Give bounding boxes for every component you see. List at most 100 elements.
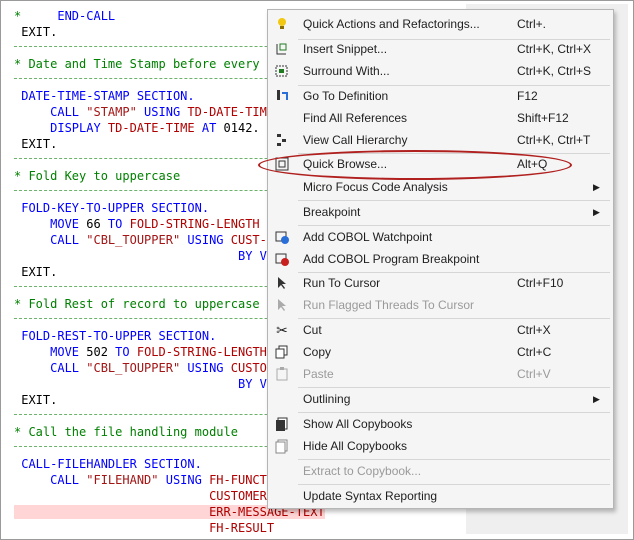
menu-item-label: Outlining bbox=[303, 392, 351, 406]
code-line: * END-CALL bbox=[14, 8, 115, 24]
menu-item-label: Quick Browse... bbox=[303, 157, 388, 171]
menu-item-shortcut: Ctrl+V bbox=[517, 367, 551, 381]
code-keyword: USING bbox=[180, 361, 231, 375]
menu-item-view-call-hierarchy[interactable]: View Call Hierarchy Ctrl+K, Ctrl+T bbox=[268, 129, 613, 151]
code-keyword: TO bbox=[100, 217, 130, 231]
menu-item-add-cobol-program-breakpoint[interactable]: Add COBOL Program Breakpoint bbox=[268, 248, 613, 270]
code-line: BY VALU bbox=[14, 248, 289, 264]
menu-item-hide-all-copybooks[interactable]: Hide All Copybooks bbox=[268, 435, 613, 457]
menu-item-shortcut: Ctrl+X bbox=[517, 323, 551, 337]
code-keyword: END-CALL bbox=[57, 9, 116, 23]
menu-item-cut[interactable]: ✂ Cut Ctrl+X bbox=[268, 319, 613, 341]
submenu-arrow-icon: ▶ bbox=[593, 207, 600, 217]
menu-item-shortcut: Ctrl+K, Ctrl+S bbox=[517, 64, 592, 78]
code-variable: CUSTOMER-R bbox=[14, 489, 282, 503]
menu-item-label: Micro Focus Code Analysis bbox=[303, 180, 448, 194]
code-keyword: USING bbox=[158, 473, 210, 487]
code-text: EXIT. bbox=[14, 25, 58, 39]
menu-item-go-to-definition[interactable]: Go To Definition F12 bbox=[268, 85, 613, 107]
code-text: 502 bbox=[86, 345, 108, 359]
code-keyword: BY VALU bbox=[14, 377, 289, 391]
menu-item-shortcut: Ctrl+K, Ctrl+X bbox=[517, 42, 592, 56]
context-menu: Quick Actions and Refactorings... Ctrl+.… bbox=[267, 9, 614, 509]
menu-item-label: Cut bbox=[303, 323, 322, 337]
code-keyword: TO bbox=[107, 345, 137, 359]
section-label: DATE-TIME-STAMP bbox=[14, 89, 130, 103]
code-text: EXIT. bbox=[14, 137, 58, 151]
code-string: "CBL_TOUPPER" bbox=[86, 233, 181, 247]
submenu-arrow-icon: ▶ bbox=[593, 182, 600, 192]
menu-item-shortcut: Ctrl+F10 bbox=[517, 276, 564, 290]
menu-item-label: Insert Snippet... bbox=[303, 42, 388, 56]
menu-item-label: Hide All Copybooks bbox=[303, 439, 408, 453]
code-line: CALL "CBL_TOUPPER" USING CUSTOME bbox=[14, 360, 281, 376]
code-keyword: USING bbox=[180, 233, 231, 247]
code-line: EXIT. bbox=[14, 136, 57, 152]
code-keyword: SECTION. bbox=[129, 89, 195, 103]
menu-item-paste[interactable]: Paste Ctrl+V bbox=[268, 363, 613, 385]
copy-icon bbox=[274, 344, 290, 360]
menu-item-label: Paste bbox=[303, 367, 334, 381]
code-string: "CBL_TOUPPER" bbox=[86, 361, 181, 375]
show-copybooks-icon bbox=[274, 416, 290, 432]
menu-item-label: Run To Cursor bbox=[303, 276, 381, 290]
menu-item-label: Breakpoint bbox=[303, 205, 361, 219]
menu-item-label: Run Flagged Threads To Cursor bbox=[303, 298, 474, 312]
menu-item-run-to-cursor[interactable]: Run To Cursor Ctrl+F10 bbox=[268, 272, 613, 294]
menu-item-quick-actions[interactable]: Quick Actions and Refactorings... Ctrl+. bbox=[268, 13, 613, 35]
code-text: EXIT. bbox=[14, 393, 58, 407]
menu-item-micro-focus-code-analysis[interactable]: Micro Focus Code Analysis ▶ bbox=[268, 176, 613, 198]
code-keyword: CALL bbox=[14, 233, 87, 247]
menu-item-label: Go To Definition bbox=[303, 89, 389, 103]
code-comment: * Fold Rest of record to uppercase bbox=[14, 297, 260, 311]
code-variable: TD-DATE-TIME bbox=[107, 121, 195, 135]
insert-snippet-icon bbox=[274, 41, 290, 57]
code-line: CALL "FILEHAND" USING FH-FUNCTIO bbox=[14, 472, 281, 488]
code-keyword: MOVE bbox=[14, 345, 87, 359]
code-comment: * Fold Key to uppercase bbox=[14, 169, 181, 183]
menu-item-quick-browse[interactable]: Quick Browse... Alt+Q bbox=[268, 153, 613, 175]
menu-item-insert-snippet[interactable]: Insert Snippet... Ctrl+K, Ctrl+X bbox=[268, 38, 613, 60]
menu-item-run-flagged-threads[interactable]: Run Flagged Threads To Cursor bbox=[268, 294, 613, 316]
section-label: FOLD-REST-TO-UPPER bbox=[14, 329, 152, 343]
menu-item-label: View Call Hierarchy bbox=[303, 133, 408, 147]
menu-item-update-syntax-reporting[interactable]: Update Syntax Reporting bbox=[268, 485, 613, 507]
code-variable: FOLD-STRING-LENGTH bbox=[136, 345, 267, 359]
menu-item-add-cobol-watchpoint[interactable]: Add COBOL Watchpoint bbox=[268, 226, 613, 248]
code-keyword: SECTION. bbox=[144, 201, 210, 215]
menu-item-label: Find All References bbox=[303, 111, 408, 125]
menu-item-label: Add COBOL Watchpoint bbox=[303, 230, 433, 244]
code-line: CALL "STAMP" USING TD-DATE-TIME. bbox=[14, 104, 281, 120]
menu-item-shortcut: F12 bbox=[517, 89, 538, 103]
code-line: CALL-FILEHANDLER SECTION. bbox=[14, 456, 202, 472]
code-line: FOLD-REST-TO-UPPER SECTION. bbox=[14, 328, 216, 344]
code-comment: * Call the file handling module bbox=[14, 425, 238, 439]
code-text: 66 bbox=[86, 217, 101, 231]
menu-item-show-all-copybooks[interactable]: Show All Copybooks bbox=[268, 413, 613, 435]
menu-item-extract-to-copybook[interactable]: Extract to Copybook... bbox=[268, 460, 613, 482]
menu-item-label: Quick Actions and Refactorings... bbox=[303, 17, 480, 31]
code-keyword: USING bbox=[136, 105, 188, 119]
code-keyword: MOVE bbox=[14, 217, 87, 231]
menu-item-find-all-references[interactable]: Find All References Shift+F12 bbox=[268, 107, 613, 129]
menu-item-surround-with[interactable]: Surround With... Ctrl+K, Ctrl+S bbox=[268, 60, 613, 82]
code-keyword: CALL bbox=[14, 105, 87, 119]
code-line: MOVE 66 TO FOLD-STRING-LENGTH bbox=[14, 216, 260, 232]
code-string: "FILEHAND" bbox=[86, 473, 159, 487]
section-label: FOLD-KEY-TO-UPPER bbox=[14, 201, 145, 215]
code-line: EXIT. bbox=[14, 392, 57, 408]
code-keyword: SECTION. bbox=[151, 329, 217, 343]
menu-item-label: Add COBOL Program Breakpoint bbox=[303, 252, 480, 266]
code-keyword: SECTION. bbox=[136, 457, 202, 471]
code-line: EXIT. bbox=[14, 24, 57, 40]
menu-item-label: Copy bbox=[303, 345, 332, 359]
menu-item-copy[interactable]: Copy Ctrl+C bbox=[268, 341, 613, 363]
program-breakpoint-icon bbox=[274, 251, 290, 267]
code-keyword: BY VALU bbox=[14, 249, 289, 263]
menu-item-outlining[interactable]: Outlining ▶ bbox=[268, 388, 613, 410]
menu-item-breakpoint[interactable]: Breakpoint ▶ bbox=[268, 201, 613, 223]
menu-item-label: Show All Copybooks bbox=[303, 417, 413, 431]
code-line: BY VALU bbox=[14, 376, 289, 392]
menu-item-label: Extract to Copybook... bbox=[303, 464, 422, 478]
code-text: * bbox=[14, 9, 58, 23]
